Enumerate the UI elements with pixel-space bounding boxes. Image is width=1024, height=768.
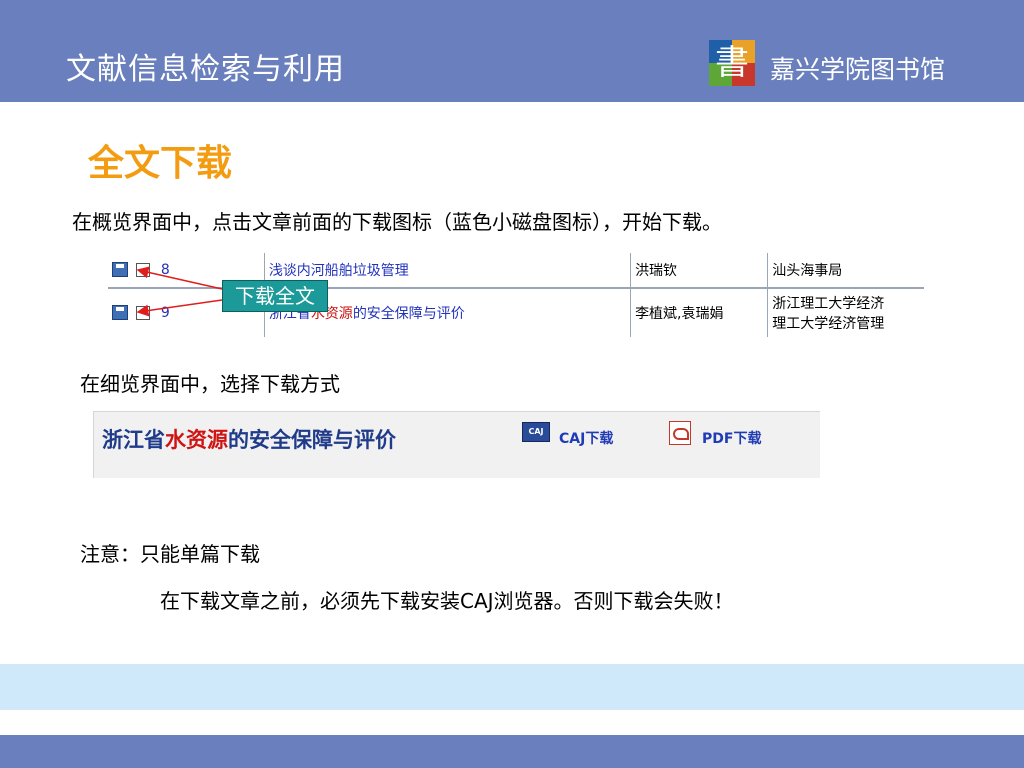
pdf-icon[interactable] [669, 421, 691, 445]
bottom-band [0, 664, 1024, 710]
detail-title-post: 的安全保障与评价 [228, 428, 396, 452]
library-logo-glyph: 書 [715, 43, 749, 83]
note-detail: 在下载文章之前，必须先下载安装CAJ浏览器。否则下载会失败！ [160, 589, 734, 613]
detail-article-title: 浙江省水资源的安全保障与评价 [102, 424, 396, 454]
row-number: 9 [160, 304, 170, 321]
authors-cell: 李植斌,袁瑞娟 [630, 287, 769, 337]
select-checkbox[interactable] [136, 305, 151, 320]
note-label: 注意：只能单篇下载 [80, 542, 260, 566]
library-name: 嘉兴学院图书馆 [770, 55, 946, 84]
detail-title-pre: 浙江省 [102, 428, 165, 452]
download-fulltext-callout: 下载全文 [222, 280, 328, 312]
institution-line: 浙江理工大学经济 [772, 295, 885, 312]
download-disk-icon[interactable] [112, 262, 128, 278]
library-logo: 書 [709, 40, 755, 86]
course-title: 文献信息检索与利用 [66, 52, 345, 87]
caj-download-link[interactable]: CAJ下载 [559, 428, 613, 448]
select-checkbox[interactable] [136, 262, 151, 277]
section-title: 全文下载 [88, 143, 233, 184]
authors-cell: 洪瑞钦 [630, 253, 769, 289]
detail-title-highlight: 水资源 [165, 428, 228, 452]
institution-line: 理工大学经济管理 [772, 315, 885, 332]
detail-instruction: 在细览界面中，选择下载方式 [80, 372, 340, 396]
institution-cell: 浙江理工大学经济 理工大学经济管理 [768, 288, 924, 337]
overview-instruction: 在概览界面中，点击文章前面的下载图标（蓝色小磁盘图标），开始下载。 [72, 210, 722, 234]
detail-view-panel: 浙江省水资源的安全保障与评价 CAJ CAJ下载 PDF下载 [93, 411, 820, 478]
footer-bar [0, 735, 1024, 768]
article-title-link[interactable]: 浅谈内河船舶垃圾管理 [269, 263, 409, 279]
caj-icon[interactable]: CAJ [522, 422, 550, 442]
title-part-post: 的安全保障与评价 [352, 305, 465, 322]
download-disk-icon[interactable] [112, 305, 128, 321]
institution-cell: 汕头海事局 [767, 253, 924, 289]
row-number: 8 [160, 261, 170, 278]
pdf-download-link[interactable]: PDF下载 [702, 428, 761, 448]
